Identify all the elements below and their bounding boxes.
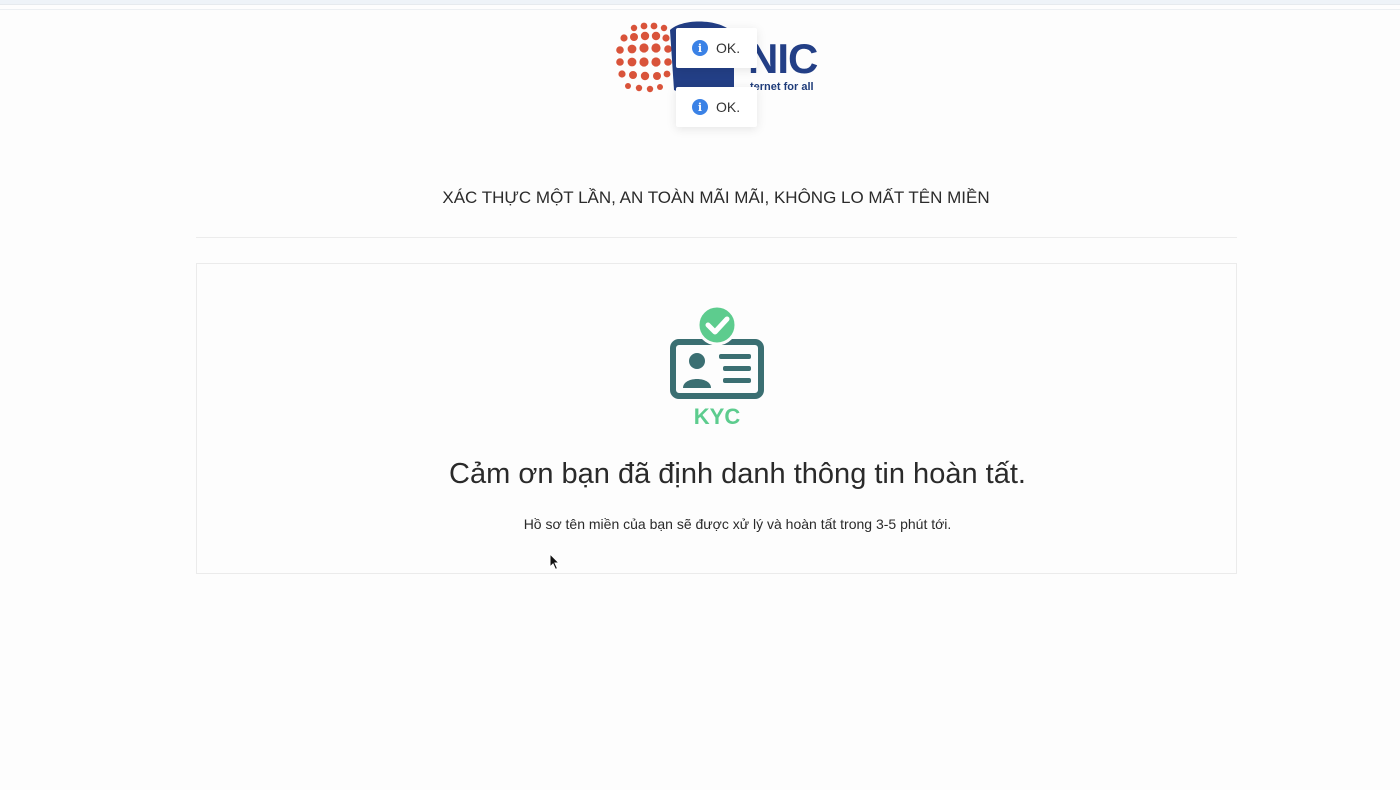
kyc-success-card: KYC Cảm ơn bạn đã định danh thông tin ho…	[196, 263, 1237, 574]
top-divider	[0, 9, 1400, 10]
mouse-cursor-icon	[549, 553, 561, 571]
section-divider	[196, 237, 1237, 238]
browser-top-bar	[0, 0, 1400, 5]
toast-notification[interactable]: i OK.	[676, 87, 757, 127]
card-subtitle: Hồ sơ tên miền của bạn sẽ được xử lý và …	[523, 516, 952, 532]
info-icon: i	[692, 40, 708, 56]
page-headline: XÁC THỰC MỘT LẦN, AN TOÀN MÃI MÃI, KHÔNG…	[442, 188, 990, 207]
logo-tagline: ternet for all	[750, 81, 814, 93]
toast-message: OK.	[716, 99, 741, 115]
kyc-label: KYC	[694, 404, 741, 429]
info-icon: i	[692, 99, 708, 115]
logo-brand-text: NIC	[748, 35, 818, 82]
kyc-id-card-icon: KYC	[670, 304, 764, 429]
toast-notification[interactable]: i OK.	[676, 28, 757, 68]
card-title: Cảm ơn bạn đã định danh thông tin hoàn t…	[449, 458, 1026, 490]
toast-message: OK.	[716, 40, 741, 56]
